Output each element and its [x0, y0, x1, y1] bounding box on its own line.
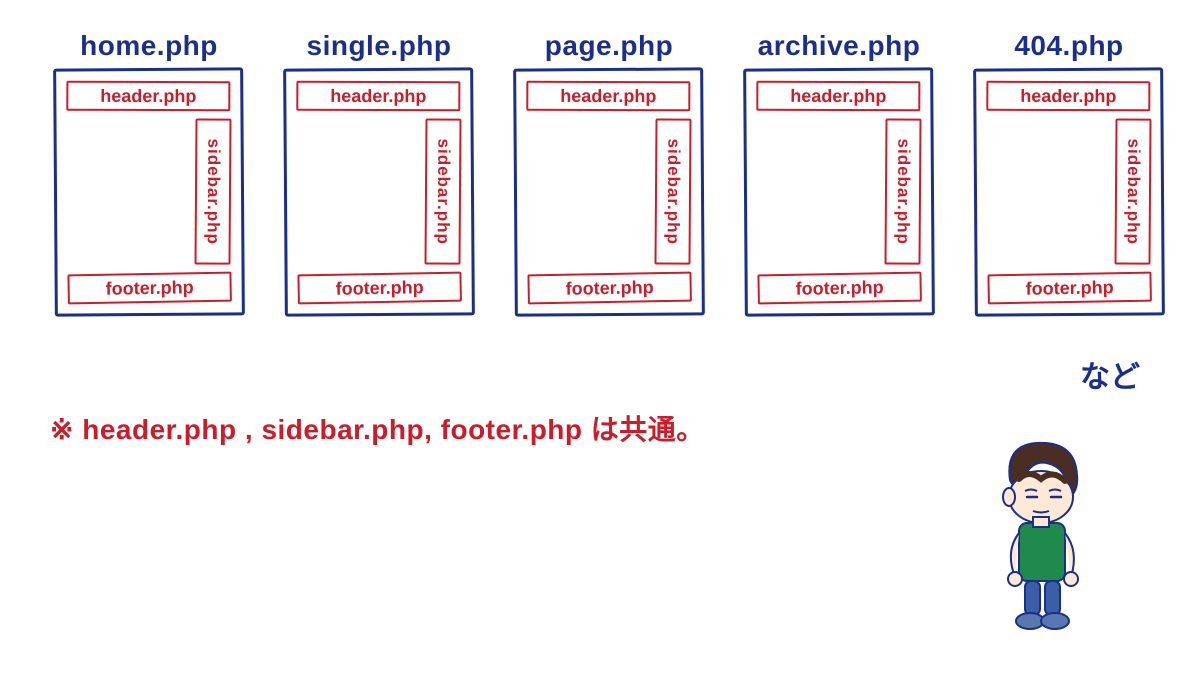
content-area: sidebar.php: [986, 110, 1151, 273]
footer-part: footer.php: [297, 272, 461, 305]
shared-parts-note: ※ header.php , sidebar.php, footer.php は…: [50, 408, 705, 448]
header-part: header.php: [66, 81, 230, 112]
template-page: page.php header.php sidebar.php footer.p…: [508, 30, 710, 316]
sidebar-part: sidebar.php: [654, 118, 691, 264]
template-title: archive.php: [758, 30, 921, 62]
template-row: home.php header.php sidebar.php footer.p…: [48, 30, 1170, 316]
header-part: header.php: [756, 81, 920, 112]
template-box: header.php sidebar.php footer.php: [743, 67, 935, 316]
header-part: header.php: [296, 81, 460, 112]
header-part: header.php: [526, 81, 690, 112]
footer-part: footer.php: [987, 272, 1151, 305]
template-title: home.php: [80, 30, 218, 62]
content-area: sidebar.php: [296, 110, 461, 273]
template-box: header.php sidebar.php footer.php: [283, 67, 475, 316]
sidebar-part: sidebar.php: [1114, 118, 1151, 264]
template-box: header.php sidebar.php footer.php: [973, 67, 1165, 316]
template-title: single.php: [307, 30, 452, 62]
content-area: sidebar.php: [756, 110, 921, 273]
content-area: sidebar.php: [526, 110, 691, 273]
etc-label: など: [1080, 352, 1140, 396]
template-title: 404.php: [1014, 30, 1123, 62]
template-single: single.php header.php sidebar.php footer…: [278, 30, 480, 316]
sidebar-part: sidebar.php: [424, 118, 461, 264]
header-part: header.php: [986, 81, 1150, 112]
content-area: sidebar.php: [66, 110, 231, 273]
template-box: header.php sidebar.php footer.php: [53, 67, 245, 316]
template-title: page.php: [545, 30, 673, 62]
sidebar-part: sidebar.php: [884, 118, 921, 264]
footer-part: footer.php: [67, 272, 231, 305]
mascot-icon: [975, 435, 1105, 645]
template-home: home.php header.php sidebar.php footer.p…: [48, 30, 250, 316]
footer-part: footer.php: [757, 272, 921, 305]
template-box: header.php sidebar.php footer.php: [513, 67, 705, 316]
mascot-illustration: [975, 435, 1105, 645]
template-archive: archive.php header.php sidebar.php foote…: [738, 30, 940, 316]
template-404: 404.php header.php sidebar.php footer.ph…: [968, 30, 1170, 316]
footer-part: footer.php: [527, 272, 691, 305]
sidebar-part: sidebar.php: [194, 118, 231, 264]
diagram-canvas: home.php header.php sidebar.php footer.p…: [0, 0, 1200, 675]
